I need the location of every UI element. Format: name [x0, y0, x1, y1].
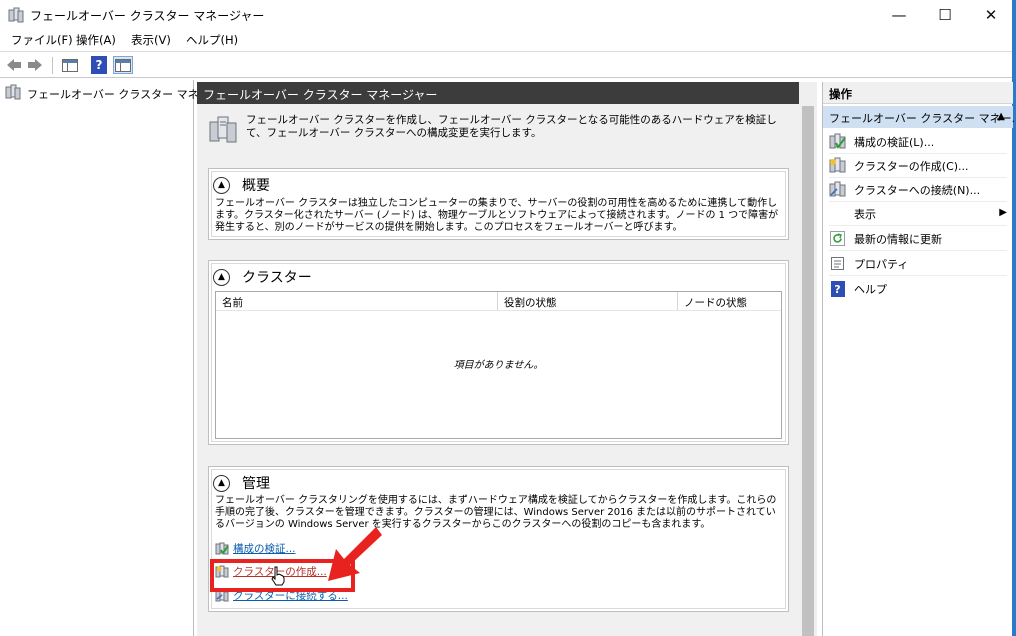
toolbar-separator — [52, 57, 53, 74]
management-header: ▲ 管理 — [213, 473, 270, 493]
help-icon: ? — [829, 281, 846, 298]
cluster-servers-icon — [208, 114, 238, 144]
management-text: フェールオーバー クラスタリングを使用するには、まずハードウェア構成を検証してか… — [215, 495, 777, 530]
center-header: フェールオーバー クラスター マネージャー — [197, 82, 799, 104]
validate-icon — [215, 542, 229, 555]
action-label: 構成の検証(L)... — [854, 135, 935, 149]
action-help[interactable]: ? ヘルプ — [829, 277, 1007, 301]
action-label: クラスターの作成(C)... — [854, 159, 969, 173]
collapse-chevron-icon[interactable]: ▲ — [213, 268, 230, 286]
scrollbar-thumb[interactable] — [802, 106, 814, 636]
clusters-header: ▲ クラスター — [213, 267, 312, 287]
overview-text: フェールオーバー クラスターは独立したコンピューターの集まりで、サーバーの役割の… — [215, 198, 779, 233]
action-view[interactable]: 表示 ▶ — [829, 202, 1007, 226]
vertical-scrollbar[interactable] — [799, 82, 817, 636]
create-cluster-icon — [829, 157, 846, 174]
menu-bar: ファイル(F) 操作(A) 表示(V) ヘルプ(H) — [0, 30, 1012, 50]
validate-icon — [829, 133, 846, 150]
menu-view[interactable]: 表示(V) — [131, 32, 171, 48]
clusters-title: クラスター — [242, 270, 312, 286]
action-label: 最新の情報に更新 — [854, 232, 942, 246]
management-title: 管理 — [242, 476, 270, 492]
actions-header: 操作 — [823, 82, 1013, 104]
forward-arrow-icon[interactable] — [26, 56, 44, 74]
window-title: フェールオーバー クラスター マネージャー — [30, 9, 265, 23]
action-connect-cluster[interactable]: クラスターへの接続(N)... — [829, 178, 1007, 202]
action-properties[interactable]: プロパティ — [829, 252, 1007, 276]
overview-section: ▲ 概要 フェールオーバー クラスターは独立したコンピューターの集まりで、サーバ… — [208, 168, 789, 240]
close-button[interactable]: ✕ — [968, 0, 1014, 30]
help-icon[interactable]: ? — [91, 56, 107, 74]
show-action-pane-icon[interactable] — [113, 56, 133, 74]
validate-configuration-label: 構成の検証... — [233, 543, 296, 555]
intro-text: フェールオーバー クラスターを作成し、フェールオーバー クラスターとなる可能性の… — [246, 114, 777, 139]
action-label: 表示 — [854, 207, 876, 221]
collapse-up-arrow-icon[interactable]: ▲ — [997, 111, 1005, 122]
action-label: クラスターへの接続(N)... — [854, 183, 981, 197]
collapse-chevron-icon[interactable]: ▲ — [213, 176, 230, 194]
console-tree: フェールオーバー クラスター マネージャ — [0, 80, 231, 636]
maximize-button[interactable]: ☐ — [922, 0, 968, 30]
properties-icon — [829, 255, 846, 272]
clusters-table: 名前 役割の状態 ノードの状態 項目がありません。 — [215, 291, 782, 439]
overview-title: 概要 — [242, 178, 270, 194]
overview-header: ▲ 概要 — [213, 175, 270, 195]
actions-subheader[interactable]: フェールオーバー クラスター マネー... ▲ — [823, 106, 1016, 128]
submenu-arrow-icon: ▶ — [999, 207, 1007, 218]
center-pane: フェールオーバー クラスター マネージャー フェールオーバー クラスターを作成し… — [197, 82, 817, 636]
menu-file[interactable]: ファイル(F) — [11, 32, 73, 48]
column-header-name[interactable]: 名前 — [216, 292, 498, 311]
actions-subheader-label: フェールオーバー クラスター マネー... — [829, 112, 1016, 125]
empty-message: 項目がありません。 — [453, 360, 544, 371]
action-label: ヘルプ — [854, 283, 887, 296]
action-validate-configuration[interactable]: 構成の検証(L)... — [829, 130, 1007, 154]
menu-help[interactable]: ヘルプ(H) — [186, 32, 238, 48]
menu-action[interactable]: 操作(A) — [76, 32, 116, 48]
minimize-button[interactable]: — — [876, 0, 922, 30]
column-header-role-status[interactable]: 役割の状態 — [498, 292, 678, 311]
title-bar: フェールオーバー クラスター マネージャー — ☐ ✕ — [0, 0, 1016, 30]
collapse-chevron-icon[interactable]: ▲ — [213, 474, 230, 492]
actions-pane: 操作 フェールオーバー クラスター マネー... ▲ 構成の検証(L)... ク… — [822, 82, 1016, 636]
action-create-cluster[interactable]: クラスターの作成(C)... — [829, 154, 1007, 178]
cluster-manager-app-icon — [8, 7, 24, 23]
show-console-tree-icon[interactable] — [60, 56, 80, 74]
clusters-section: ▲ クラスター 名前 役割の状態 ノードの状態 項目がありません。 — [208, 260, 789, 445]
validate-configuration-link[interactable]: 構成の検証... — [215, 541, 296, 556]
column-header-node-status[interactable]: ノードの状態 — [678, 292, 781, 311]
cluster-manager-icon — [5, 84, 21, 103]
action-refresh[interactable]: 最新の情報に更新 — [829, 227, 1007, 251]
toolbar: ? — [0, 51, 1012, 78]
action-label: プロパティ — [854, 257, 909, 271]
hand-cursor-icon — [271, 566, 285, 586]
connect-icon — [829, 181, 846, 198]
back-arrow-icon[interactable] — [5, 56, 23, 74]
red-arrow-icon — [328, 527, 382, 581]
refresh-icon — [829, 230, 846, 247]
intro: フェールオーバー クラスターを作成し、フェールオーバー クラスターとなる可能性の… — [208, 114, 788, 144]
